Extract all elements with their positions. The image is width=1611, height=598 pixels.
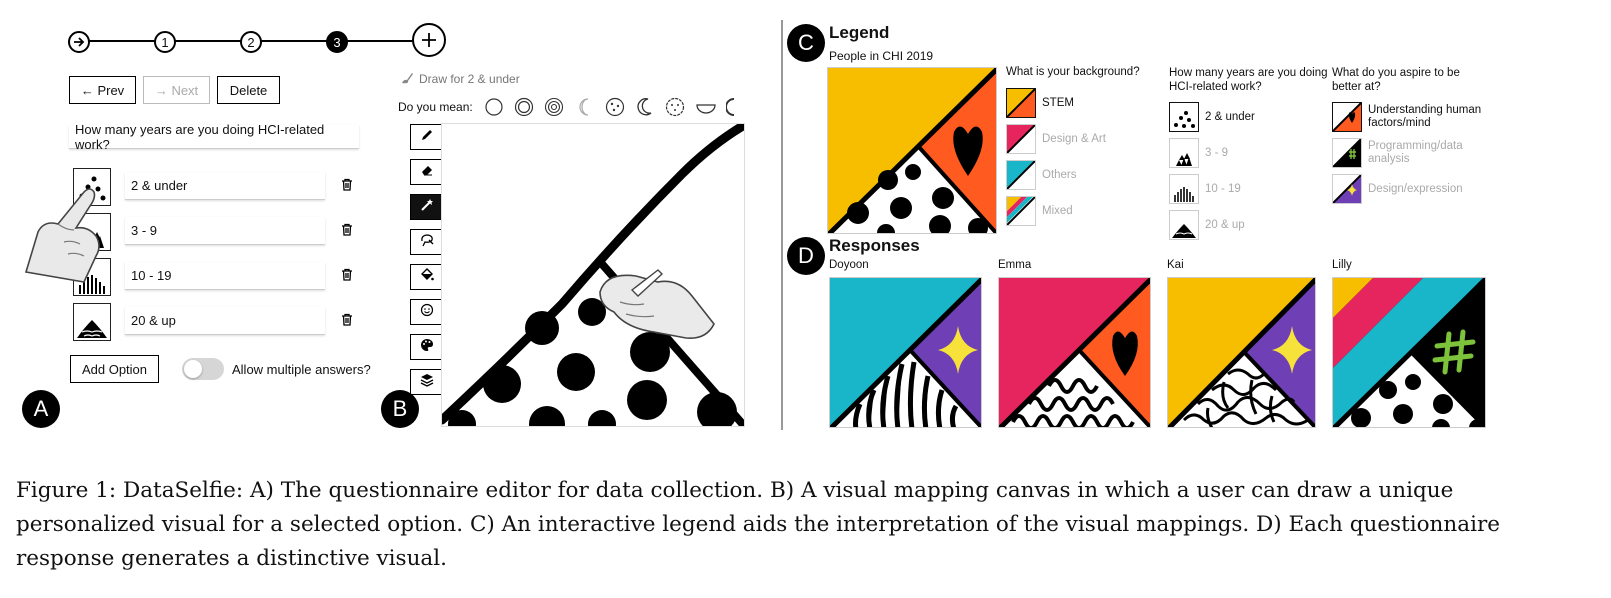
allow-multiple-label: Allow multiple answers? [232,362,371,377]
do-you-mean-label: Do you mean: [398,100,473,114]
legend-q2: How many years are you doing HCI-related… [1169,67,1328,93]
option-input[interactable]: 20 & up [125,307,325,335]
programming-label: Programming/data analysis [1368,140,1463,165]
figure-caption: Figure 1: DataSelfie: A) The questionnai… [16,478,1500,571]
badge-a: A [22,390,60,428]
stem-label: STEM [1042,97,1074,109]
design-expression-swatch[interactable] [1332,174,1362,204]
step-1[interactable]: 1 [154,31,176,53]
option-input[interactable]: 2 & under [125,172,325,200]
suggestion-circle-icon[interactable] [484,97,504,122]
emoji-tool-button[interactable] [410,299,444,325]
response-name: Doyoon [829,259,869,271]
prev-button[interactable]: ← Prev [69,76,136,104]
pencil-icon [420,128,434,147]
years-2-swatch[interactable] [1169,102,1199,132]
lasso-tool-button[interactable] [410,229,444,255]
smiley-icon [420,303,434,322]
years-20-swatch[interactable] [1169,210,1199,240]
others-swatch[interactable] [1006,160,1036,190]
suggestion-face-icon[interactable] [665,97,685,122]
option-thumbnail[interactable] [73,303,111,341]
pencil-tool-button[interactable] [410,124,444,150]
mixed-label: Mixed [1042,205,1073,217]
suggestion-moon-icon[interactable] [635,97,655,122]
add-option-button[interactable]: Add Option [70,355,159,383]
stem-swatch[interactable] [1006,88,1036,118]
badge-b: B [381,390,419,428]
add-step-button[interactable] [412,23,446,57]
question-field[interactable]: How many years are you doing HCI-related… [69,122,359,152]
trash-icon[interactable] [341,178,353,196]
suggestion-cookie-icon[interactable] [605,97,625,122]
design-art-swatch[interactable] [1006,124,1036,154]
paint-bucket-icon [420,267,434,287]
legend-q3: What do you aspire to be better at? [1332,67,1460,93]
brush-icon [400,71,414,90]
trash-icon[interactable] [341,268,353,286]
next-button[interactable]: → Next [143,76,210,104]
legend-title: Legend [829,23,890,42]
drawing-hand-icon [596,266,716,361]
responses-title: Responses [829,236,920,255]
response-glyph-lilly[interactable] [1332,277,1486,428]
layers-tool-button[interactable] [410,369,444,395]
badge-c: C [787,24,825,62]
step-2[interactable]: 2 [240,31,262,53]
response-glyph-emma[interactable] [998,277,1151,428]
legend-subtitle: People in CHI 2019 [829,49,934,63]
legend-q1: What is your background? [1006,66,1140,78]
years-3-swatch[interactable] [1169,138,1199,168]
delete-button[interactable]: Delete [217,76,280,104]
response-glyph-doyoon[interactable] [829,277,982,428]
magic-wand-tool-button[interactable] [410,194,444,220]
trash-icon[interactable] [341,223,353,241]
others-label: Others [1042,169,1077,181]
step-3[interactable]: 3 [326,31,348,53]
suggestion-target-icon[interactable] [544,97,564,122]
response-name: Lilly [1332,259,1352,271]
palette-tool-button[interactable] [410,334,444,360]
magic-wand-icon [420,198,434,217]
human-factors-label: Understanding human factors/mind [1368,104,1482,129]
draw-for-label: Draw for 2 & under [419,72,520,86]
years-2-label: 2 & under [1205,111,1255,123]
fill-tool-button[interactable] [410,264,444,290]
eraser-tool-button[interactable] [410,159,444,185]
option-input[interactable]: 3 - 9 [125,217,325,245]
programming-swatch[interactable] [1332,138,1362,168]
response-name: Emma [998,259,1032,271]
pointing-hand-icon [18,180,118,295]
panel-divider [781,20,783,430]
human-factors-swatch[interactable] [1332,102,1362,132]
option-row: 20 & up [73,303,363,343]
design-art-label: Design & Art [1042,133,1106,145]
suggestion-partial-icon[interactable] [725,97,738,122]
mixed-swatch[interactable] [1006,196,1036,226]
legend-glyph[interactable] [827,67,997,234]
palette-icon [420,338,434,357]
suggestion-double-circle-icon[interactable] [514,97,534,122]
years-20-label: 20 & up [1205,219,1245,231]
allow-multiple-toggle[interactable] [182,358,224,380]
start-step-icon[interactable] [68,31,90,53]
years-10-swatch[interactable] [1169,174,1199,204]
suggestion-crescent-icon[interactable] [576,97,596,122]
layers-icon [420,373,434,392]
eraser-icon [420,163,434,182]
response-name: Kai [1167,259,1184,271]
years-10-label: 10 - 19 [1205,183,1241,195]
badge-d: D [787,237,825,275]
option-input[interactable]: 10 - 19 [125,262,325,290]
design-expression-label: Design/expression [1368,183,1463,195]
response-glyph-kai[interactable] [1167,277,1316,428]
suggestion-bowl-icon[interactable] [695,97,717,122]
years-3-label: 3 - 9 [1205,147,1229,159]
lasso-icon [419,233,435,252]
trash-icon[interactable] [341,313,353,331]
